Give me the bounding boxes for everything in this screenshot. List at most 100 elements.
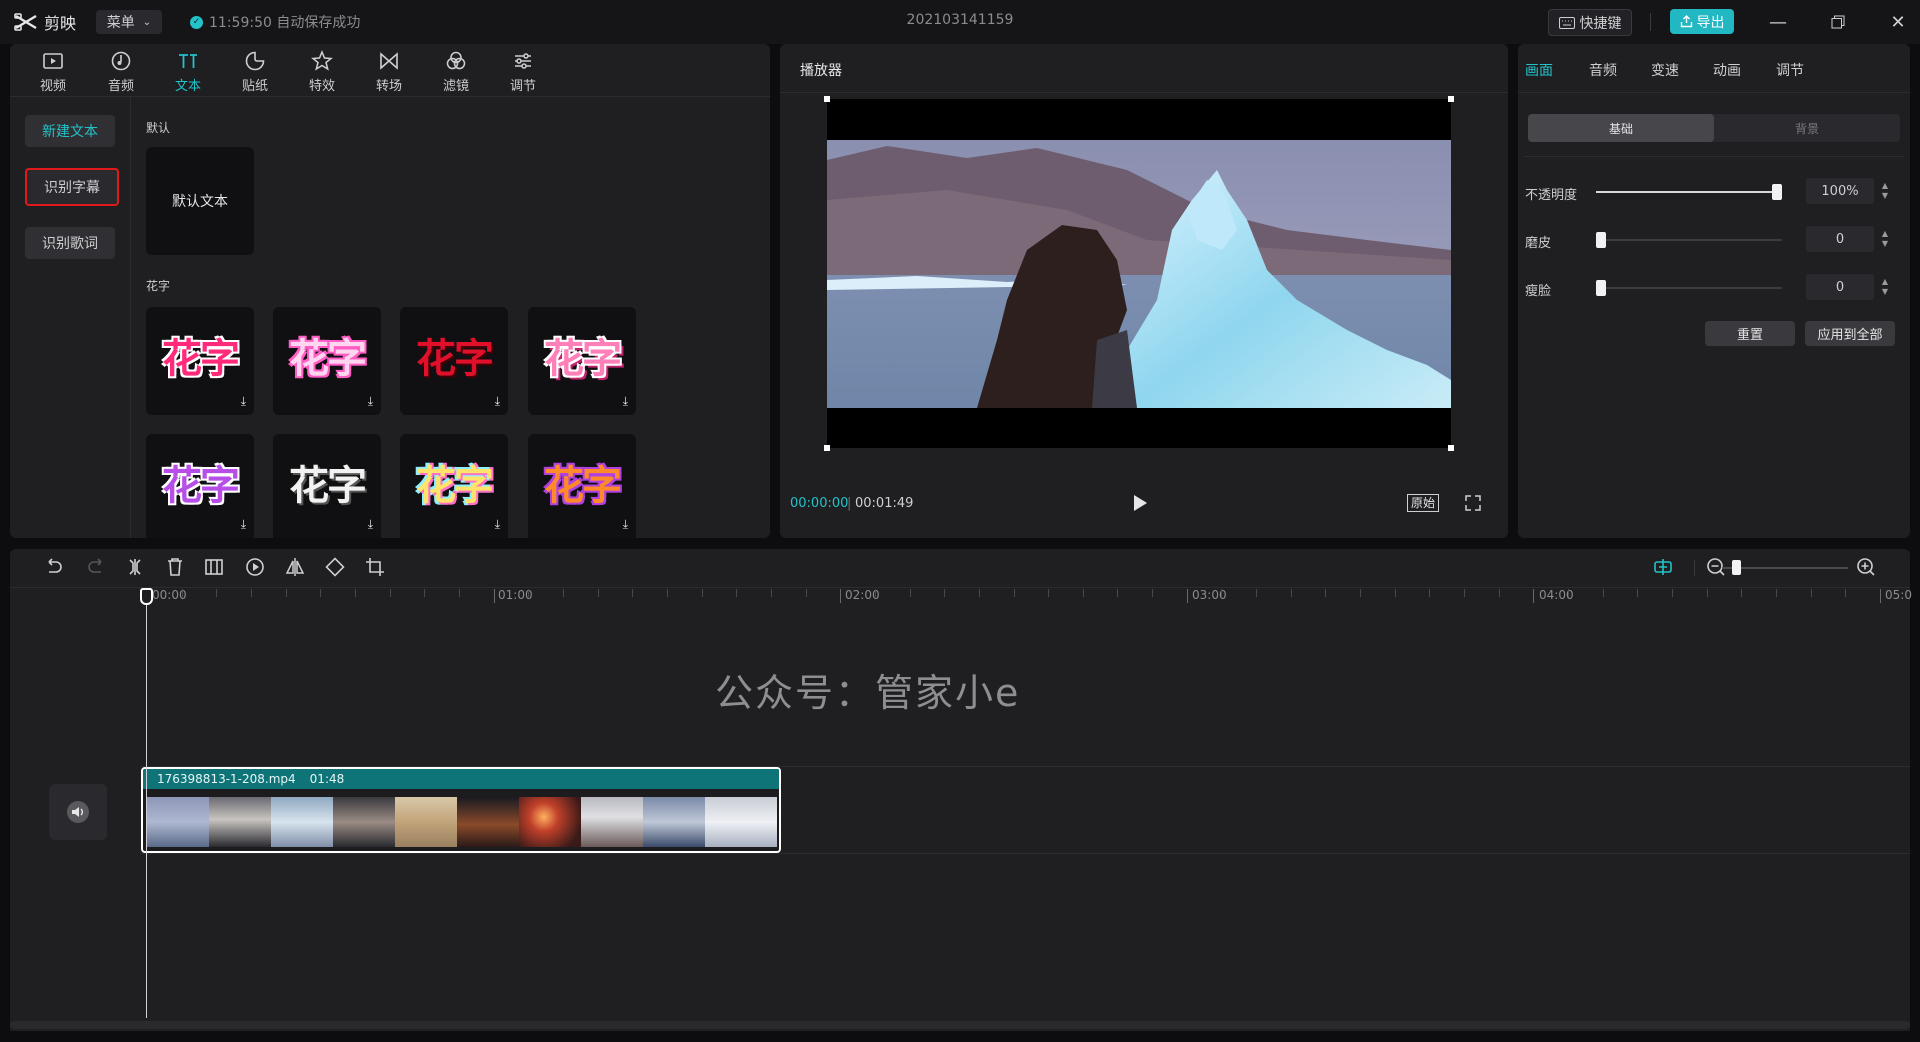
playhead[interactable] — [146, 598, 147, 1018]
tab-video[interactable]: 视频 — [23, 48, 83, 96]
chevron-down-icon[interactable]: ▼ — [1882, 287, 1888, 297]
fancy-text-tile[interactable]: 花字 ⤓ — [528, 307, 636, 415]
ruler-tick — [1325, 589, 1327, 597]
play-button[interactable] — [1130, 492, 1150, 514]
chevron-up-icon[interactable]: ▲ — [1882, 277, 1888, 287]
fancy-text-tile[interactable]: 花字 ⤓ — [400, 307, 508, 415]
resize-handle[interactable] — [824, 96, 830, 102]
ruler-tick — [770, 589, 772, 597]
opacity-slider[interactable] — [1596, 184, 1782, 200]
ruler-tick — [493, 589, 495, 603]
tab-effects[interactable]: 特效 — [292, 48, 352, 96]
timeline-scrollbar[interactable] — [10, 1021, 1910, 1029]
minimize-button[interactable]: — — [1758, 8, 1798, 36]
opacity-value-field[interactable]: 100% — [1806, 178, 1874, 204]
slim-face-slider[interactable] — [1596, 280, 1782, 296]
rotate-button[interactable] — [324, 556, 346, 578]
playhead-handle[interactable] — [140, 588, 153, 605]
fancy-text-tile[interactable]: 花字 ⤓ — [273, 434, 381, 538]
undo-button[interactable] — [43, 556, 65, 578]
shortcut-button[interactable]: 快捷键 — [1548, 9, 1632, 36]
fancy-text-tile[interactable]: 花字 ⤓ — [146, 434, 254, 538]
fancy-text-tile[interactable]: 花字 ⤓ — [273, 307, 381, 415]
redo-button[interactable] — [85, 556, 107, 578]
menu-button[interactable]: 菜单 ⌄ — [96, 10, 162, 34]
tab-transition[interactable]: 转场 — [359, 48, 419, 96]
tab-speed[interactable]: 变速 — [1651, 60, 1679, 80]
recognize-lyrics-button[interactable]: 识别歌词 — [25, 227, 115, 259]
split-button[interactable] — [124, 556, 146, 578]
ruler-tick — [528, 589, 530, 597]
video-clip[interactable]: 176398813-1-208.mp4 01:48 — [141, 767, 781, 853]
snap-toggle[interactable] — [1652, 556, 1674, 578]
export-button[interactable]: 导出 — [1670, 9, 1734, 34]
autosave-text: 11:59:50 自动保存成功 — [209, 15, 361, 31]
video-scene — [827, 140, 1451, 408]
default-text-tile[interactable]: 默认文本 — [146, 147, 254, 255]
ruler-tick — [1568, 589, 1570, 597]
crop-button[interactable] — [364, 556, 386, 578]
resize-handle[interactable] — [1448, 445, 1454, 451]
slim-face-slider-handle[interactable] — [1596, 280, 1606, 296]
ruler-tick — [1498, 589, 1500, 597]
fancy-text-tile[interactable]: 花字 ⤓ — [400, 434, 508, 538]
slim-face-stepper[interactable]: ▲ ▼ — [1878, 274, 1892, 300]
aspect-ratio-button[interactable]: 原始 — [1407, 494, 1440, 512]
ruler-tick — [1221, 589, 1223, 597]
ruler-tick — [562, 589, 564, 597]
opacity-slider-handle[interactable] — [1772, 184, 1782, 200]
smooth-slider[interactable] — [1596, 232, 1782, 248]
tab-picture[interactable]: 画面 — [1525, 60, 1553, 80]
download-icon: ⤓ — [494, 517, 500, 531]
zoom-slider-handle[interactable] — [1732, 560, 1741, 575]
magnet-snap-icon — [1654, 559, 1672, 575]
close-button[interactable]: ✕ — [1878, 8, 1918, 36]
tab-adjust-props[interactable]: 调节 — [1776, 60, 1804, 80]
tab-filter[interactable]: 滤镜 — [426, 48, 486, 96]
fancy-text-tile[interactable]: 花字 ⤓ — [146, 307, 254, 415]
filter-icon — [446, 51, 466, 70]
apply-to-all-button[interactable]: 应用到全部 — [1805, 321, 1895, 346]
slim-face-label: 瘦脸 — [1525, 284, 1552, 299]
media-tab-bar: 视频 音频 文本 贴纸 特效 转场 滤镜 调节 — [10, 44, 770, 97]
zoom-in-button[interactable] — [1855, 556, 1877, 578]
segment-basic[interactable]: 基础 — [1528, 114, 1714, 142]
chevron-down-icon[interactable]: ▼ — [1882, 191, 1888, 201]
tab-label: 滤镜 — [442, 79, 469, 94]
resize-handle[interactable] — [824, 445, 830, 451]
ruler-tick — [1186, 589, 1188, 603]
mirror-button[interactable] — [284, 556, 306, 578]
reverse-button[interactable] — [244, 556, 266, 578]
delete-button[interactable] — [164, 556, 186, 578]
track-mute-button[interactable] — [49, 784, 107, 840]
segment-background[interactable]: 背景 — [1714, 114, 1900, 142]
ruler-tick — [424, 589, 426, 597]
watermark-text: 公众号：管家小e — [715, 671, 1021, 715]
chevron-down-icon: ⌄ — [142, 16, 152, 28]
tab-sticker[interactable]: 贴纸 — [225, 48, 285, 96]
slim-face-value-field[interactable]: 0 — [1806, 274, 1874, 300]
chevron-down-icon[interactable]: ▼ — [1882, 239, 1888, 249]
ruler-tick — [1637, 589, 1639, 597]
tab-adjust[interactable]: 调节 — [493, 48, 553, 96]
opacity-stepper[interactable]: ▲ ▼ — [1878, 178, 1892, 204]
fullscreen-button[interactable] — [1464, 494, 1482, 512]
freeze-frame-button[interactable] — [203, 556, 225, 578]
chevron-up-icon[interactable]: ▲ — [1882, 229, 1888, 239]
chevron-up-icon[interactable]: ▲ — [1882, 181, 1888, 191]
new-text-button[interactable]: 新建文本 — [25, 115, 115, 147]
tab-text[interactable]: 文本 — [158, 48, 218, 96]
tab-animation[interactable]: 动画 — [1713, 60, 1741, 80]
sidebar-divider — [130, 97, 131, 538]
recognize-subtitles-button[interactable]: 识别字幕 — [25, 168, 119, 206]
reset-button[interactable]: 重置 — [1705, 321, 1795, 346]
fancy-text-tile[interactable]: 花字 ⤓ — [528, 434, 636, 538]
smooth-value-field[interactable]: 0 — [1806, 226, 1874, 252]
tab-audio[interactable]: 音频 — [91, 48, 151, 96]
tab-audio-props[interactable]: 音频 — [1589, 60, 1617, 80]
smooth-slider-handle[interactable] — [1596, 232, 1606, 248]
resize-handle[interactable] — [1448, 96, 1454, 102]
ruler-tick — [1290, 589, 1292, 597]
smooth-stepper[interactable]: ▲ ▼ — [1878, 226, 1892, 252]
maximize-button[interactable] — [1818, 8, 1858, 36]
